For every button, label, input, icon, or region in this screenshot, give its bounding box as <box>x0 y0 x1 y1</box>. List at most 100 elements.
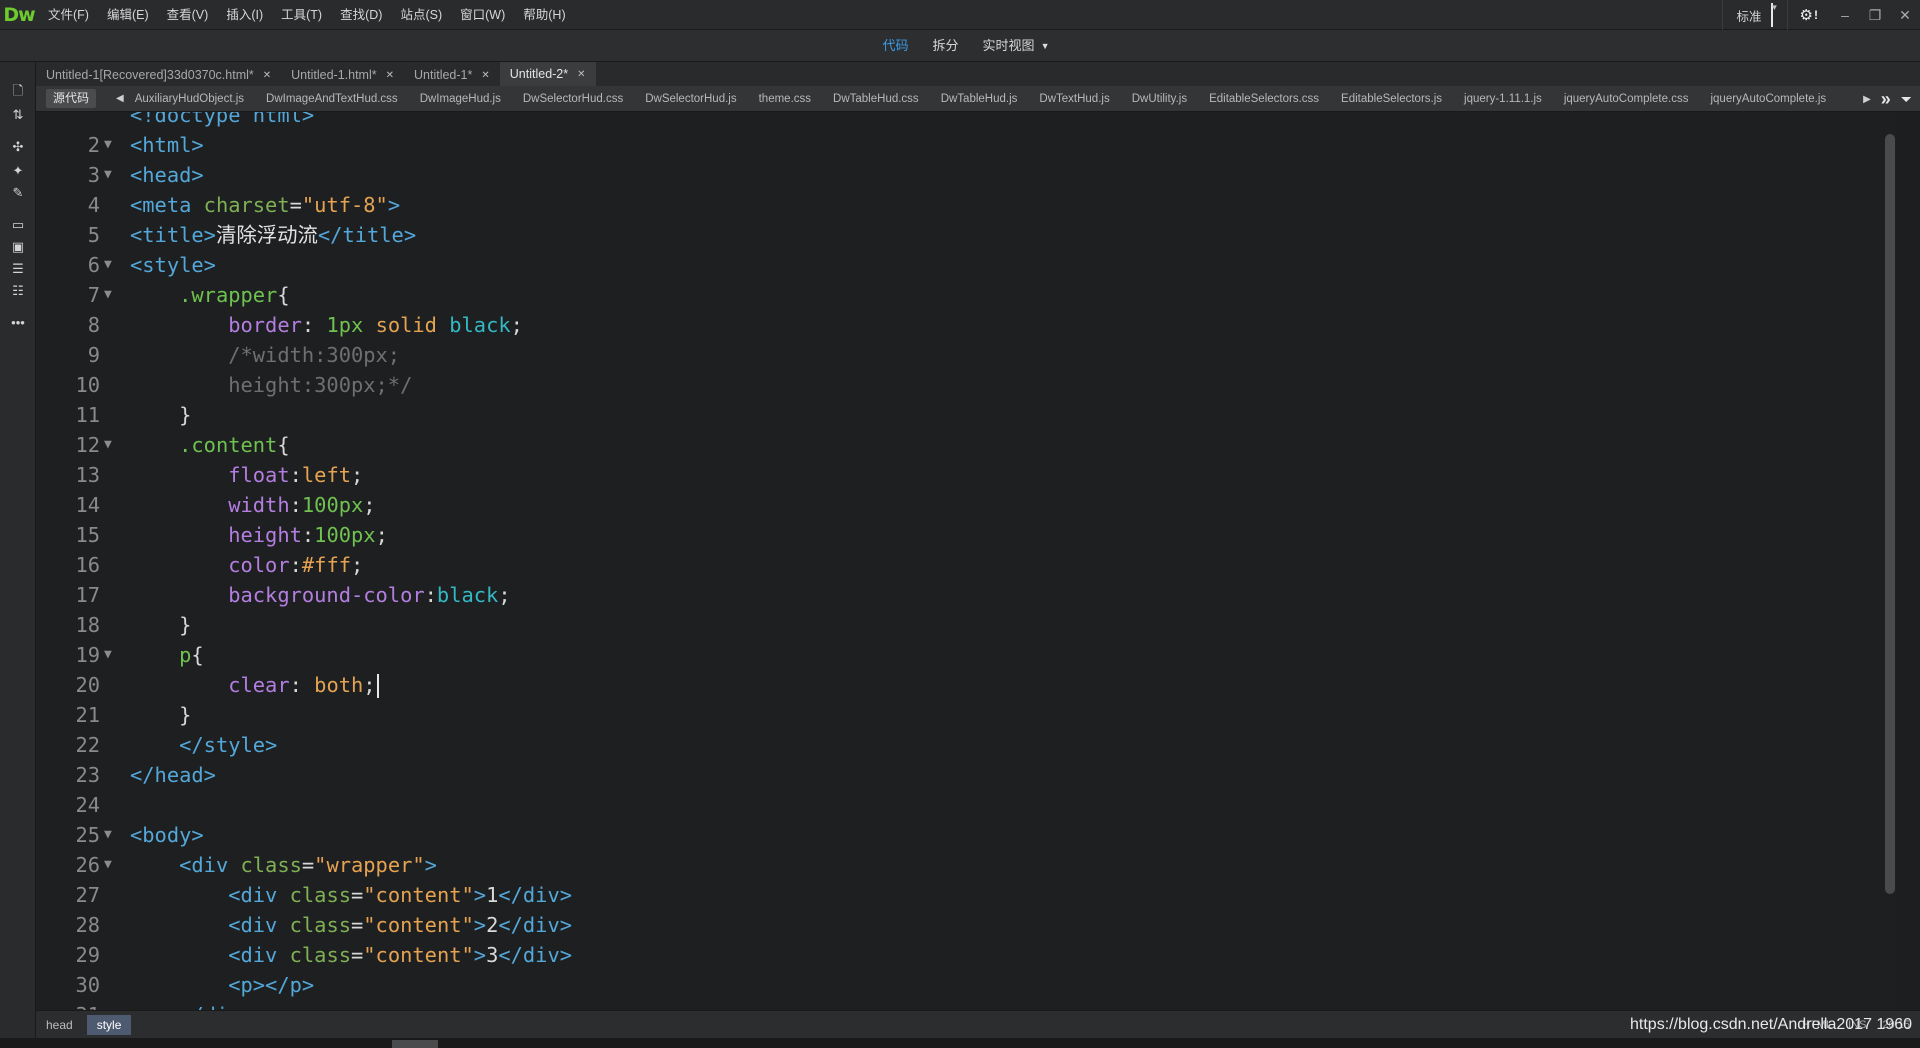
close-icon[interactable]: ✕ <box>577 69 585 80</box>
sort-arrows-icon[interactable]: ⇅ <box>9 106 27 124</box>
remove-comment-icon[interactable]: ▣ <box>9 238 27 256</box>
expand-collapse-icon[interactable]: ✣ <box>9 138 27 156</box>
fold-toggle-icon[interactable]: ▼ <box>104 130 122 160</box>
settings-button[interactable]: ⚙! <box>1786 0 1830 30</box>
filter-icon[interactable]: ⏷ <box>1901 91 1912 108</box>
code-text: <style> <box>130 250 216 280</box>
related-file[interactable]: jquery-1.11.1.js <box>1453 93 1553 105</box>
related-file[interactable]: EditableSelectors.css <box>1198 93 1330 105</box>
more-icon[interactable]: ••• <box>9 314 27 332</box>
code-token: </title> <box>317 223 417 247</box>
related-file[interactable]: jqueryAutoComplete.css <box>1553 93 1700 105</box>
document-tab[interactable]: Untitled-1.html* ✕ <box>281 64 404 86</box>
code-token: "content" <box>363 883 474 907</box>
related-file[interactable]: DwTextHud.js <box>1028 93 1120 105</box>
code-line: 18 } <box>36 610 1896 640</box>
related-file[interactable]: theme.css <box>748 93 822 105</box>
fold-toggle-icon[interactable]: ▼ <box>104 430 122 460</box>
code-view-button[interactable]: 代码 <box>871 30 921 62</box>
code-token: </style> <box>179 733 278 757</box>
source-code-button[interactable]: 源代码 <box>46 89 97 108</box>
menu-item[interactable]: 插入(I) <box>217 0 272 30</box>
comment-icon[interactable]: ▭ <box>9 216 27 234</box>
file-icon[interactable]: 🗋 <box>9 82 27 100</box>
line-number: 11 <box>75 403 100 427</box>
code-line: 10 height:300px;*/ <box>36 370 1896 400</box>
related-file[interactable]: DwTableHud.js <box>930 93 1029 105</box>
menu-item[interactable]: 站点(S) <box>391 0 451 30</box>
code-token: width <box>228 493 290 517</box>
code-token: p <box>179 643 192 667</box>
scrollbar-thumb[interactable] <box>1885 134 1895 894</box>
fold-toggle-icon[interactable]: ▼ <box>104 820 122 850</box>
line-number: 31 <box>36 1000 100 1010</box>
split-view-button[interactable]: 拆分 <box>921 30 971 62</box>
code-token: 2 <box>486 913 499 937</box>
code-text: } <box>130 400 191 430</box>
code-token: class <box>289 913 351 937</box>
related-file[interactable]: DwImageAndTextHud.css <box>255 93 409 105</box>
menu-item[interactable]: 查看(V) <box>158 0 218 30</box>
fold-toggle-icon[interactable]: ▼ <box>104 280 122 310</box>
related-file[interactable]: AuxiliaryHudObject.js <box>124 93 255 105</box>
close-icon[interactable]: ✕ <box>386 70 394 81</box>
fold-toggle-icon[interactable]: ▼ <box>104 250 122 280</box>
more-files-icon[interactable]: » <box>1881 89 1891 110</box>
line-number: 18 <box>75 613 100 637</box>
code-text: .content{ <box>130 430 290 460</box>
code-line: 26 ▼ <div class="wrapper"> <box>36 850 1896 880</box>
document-tab[interactable]: Untitled-2* ✕ <box>499 62 596 86</box>
code-line: 14 width:100px; <box>36 490 1896 520</box>
horizontal-scrollbar-thumb[interactable] <box>392 1040 438 1048</box>
code-text: <meta charset="utf-8"> <box>130 190 400 220</box>
document-tab[interactable]: Untitled-1[Recovered]33d0370c.html* ✕ <box>36 64 281 86</box>
workspace-switcher[interactable]: 标准 ▼ <box>1721 0 1787 30</box>
scroll-right-icon[interactable]: ▶ <box>1863 94 1871 105</box>
horizontal-scrollbar[interactable] <box>0 1038 1920 1048</box>
fold-toggle-icon[interactable]: ▼ <box>104 160 122 190</box>
related-file[interactable]: jqueryAutoComplete.js <box>1699 93 1828 105</box>
code-token: > <box>473 943 487 967</box>
indent-icon[interactable]: ☰ <box>9 260 27 278</box>
document-tab[interactable]: Untitled-1* ✕ <box>404 64 500 86</box>
fold-toggle-icon[interactable]: ▼ <box>104 640 122 670</box>
select-parent-icon[interactable]: ✦ <box>9 162 27 180</box>
menu-item[interactable]: 帮助(H) <box>514 0 574 30</box>
menu-item[interactable]: 窗口(W) <box>451 0 514 30</box>
menu-item[interactable]: 工具(T) <box>272 0 331 30</box>
outdent-icon[interactable]: ☷ <box>9 282 27 300</box>
menu-item[interactable]: 编辑(E) <box>98 0 158 30</box>
menu-item[interactable]: 查找(D) <box>331 0 391 30</box>
live-view-button[interactable]: 实时视图 <box>971 30 1039 62</box>
related-file[interactable]: DwTableHud.css <box>822 93 930 105</box>
close-icon[interactable]: ✕ <box>263 70 271 81</box>
minimize-button[interactable]: – <box>1830 0 1860 30</box>
vertical-scrollbar[interactable] <box>1882 112 1896 1010</box>
related-file[interactable]: DwSelectorHud.css <box>512 93 634 105</box>
brush-icon[interactable]: ✎ <box>9 184 27 202</box>
scroll-left-icon[interactable]: ◀ <box>116 93 124 104</box>
tag-crumb-style[interactable]: style <box>86 1014 132 1035</box>
code-token: : <box>289 553 302 577</box>
related-file[interactable]: DwUtility.js <box>1121 93 1198 105</box>
related-file[interactable]: DwImageHud.js <box>409 93 512 105</box>
code-line: <!doctype html> <box>36 112 1896 130</box>
code-editor[interactable]: <!doctype html> 2 ▼ <html> 3 ▼ <head> 4 <meta ch… <box>36 112 1896 1010</box>
close-icon[interactable]: ✕ <box>481 70 489 81</box>
tag-crumb-head[interactable]: head <box>36 1015 83 1035</box>
code-text: /*width:300px; <box>130 340 400 370</box>
related-file[interactable]: EditableSelectors.js <box>1330 93 1453 105</box>
code-text: } <box>130 700 191 730</box>
chevron-down-icon[interactable]: ▼ <box>1041 41 1050 51</box>
close-button[interactable]: ✕ <box>1890 0 1920 30</box>
fold-toggle-icon[interactable]: ▼ <box>104 850 122 880</box>
code-token: </head> <box>130 763 216 787</box>
code-text: color:#fff; <box>130 550 363 580</box>
menu-items: 文件(F) 编辑(E) 查看(V) 插入(I) 工具(T) 查找(D) 站点(S) 窗口(W)… <box>38 0 575 30</box>
menu-item[interactable]: 文件(F) <box>38 0 98 30</box>
related-file[interactable]: DwSelectorHud.js <box>634 93 747 105</box>
code-token: <style> <box>130 253 216 277</box>
restore-button[interactable]: ❐ <box>1860 0 1890 30</box>
